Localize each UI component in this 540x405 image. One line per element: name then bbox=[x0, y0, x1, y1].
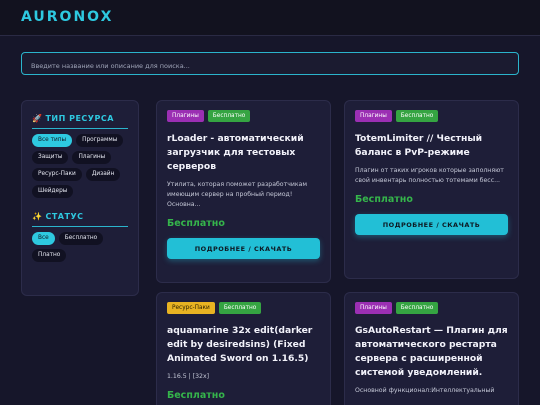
resource-card[interactable]: Плагины Бесплатно rLoader - автоматическ… bbox=[156, 100, 331, 283]
resource-card[interactable]: Плагины Бесплатно TotemLimiter // Честны… bbox=[344, 100, 519, 279]
status-chips: Все Бесплатно Платно bbox=[32, 232, 128, 262]
chip-resource-packs[interactable]: Ресурс-Паки bbox=[32, 168, 82, 181]
resource-card[interactable]: Плагины Бесплатно GsAutoRestart — Плагин… bbox=[344, 292, 519, 405]
chip-shaders[interactable]: Шейдеры bbox=[32, 185, 74, 198]
category-badge: Плагины bbox=[355, 302, 392, 314]
divider bbox=[32, 226, 128, 227]
card-title[interactable]: aquamarine 32x edit(darker edit by desir… bbox=[167, 324, 320, 366]
card-price: Бесплатно bbox=[167, 218, 225, 229]
chip-design[interactable]: Дизайн bbox=[85, 168, 121, 181]
card-badges: Плагины Бесплатно bbox=[167, 110, 320, 122]
card-badges: Плагины Бесплатно bbox=[355, 302, 508, 314]
resource-card[interactable]: Ресурс-Паки Бесплатно aquamarine 32x edi… bbox=[156, 292, 331, 405]
price-badge: Бесплатно bbox=[395, 110, 439, 122]
price-badge: Бесплатно bbox=[207, 110, 251, 122]
card-price: Бесплатно bbox=[167, 390, 225, 401]
price-badge: Бесплатно bbox=[218, 302, 262, 314]
card-price: Бесплатно bbox=[355, 194, 413, 205]
card-title[interactable]: TotemLimiter // Честный баланс в PvP-реж… bbox=[355, 132, 508, 160]
card-description: 1.16.5 | [32x] bbox=[167, 373, 210, 380]
status-filter-label: СТАТУС bbox=[45, 211, 84, 221]
category-badge: Плагины bbox=[355, 110, 392, 122]
chip-status-free[interactable]: Бесплатно bbox=[58, 232, 104, 245]
card-title[interactable]: rLoader - автоматический загрузчик для т… bbox=[167, 132, 320, 174]
card-badges: Ресурс-Паки Бесплатно bbox=[167, 302, 320, 314]
chip-status-paid[interactable]: Платно bbox=[32, 249, 67, 262]
type-chips: Все типы Программы Защиты Плагины Ресурс… bbox=[32, 134, 128, 198]
search-box[interactable] bbox=[21, 52, 519, 77]
chip-all-types[interactable]: Все типы bbox=[32, 134, 73, 147]
card-title[interactable]: GsAutoRestart — Плагин для автоматическо… bbox=[355, 324, 508, 380]
chip-status-all[interactable]: Все bbox=[32, 232, 55, 245]
card-description: Утилита, которая поможет разработчикам и… bbox=[167, 181, 308, 208]
chip-programs[interactable]: Программы bbox=[76, 134, 124, 147]
chip-plugins[interactable]: Плагины bbox=[72, 151, 112, 164]
details-download-button[interactable]: ПОДРОБНЕЕ / СКАЧАТЬ bbox=[167, 238, 320, 259]
divider bbox=[32, 128, 128, 129]
type-filter-title: 🚀 ТИП РЕСУРСА bbox=[32, 112, 128, 124]
search-input[interactable] bbox=[22, 55, 518, 77]
rocket-icon: 🚀 bbox=[32, 113, 43, 123]
status-filter-title: ✨ СТАТУС bbox=[32, 210, 128, 222]
chip-protections[interactable]: Защиты bbox=[32, 151, 69, 164]
price-badge: Бесплатно bbox=[395, 302, 439, 314]
sparkles-icon: ✨ bbox=[32, 211, 43, 221]
category-badge: Плагины bbox=[167, 110, 204, 122]
card-badges: Плагины Бесплатно bbox=[355, 110, 508, 122]
card-description: Основной функционал:Интеллектуальный bbox=[355, 387, 495, 394]
details-download-button[interactable]: ПОДРОБНЕЕ / СКАЧАТЬ bbox=[355, 214, 508, 235]
filters-sidebar: 🚀 ТИП РЕСУРСА Все типы Программы Защиты … bbox=[21, 100, 139, 296]
card-description: Плагин от таких игроков которые заполняю… bbox=[355, 167, 504, 184]
top-bar: AURONOX bbox=[0, 0, 540, 36]
brand-logo[interactable]: AURONOX bbox=[21, 9, 113, 25]
type-filter-label: ТИП РЕСУРСА bbox=[45, 113, 114, 123]
category-badge: Ресурс-Паки bbox=[167, 302, 215, 314]
status-filter: ✨ СТАТУС Все Бесплатно Платно bbox=[32, 210, 128, 262]
